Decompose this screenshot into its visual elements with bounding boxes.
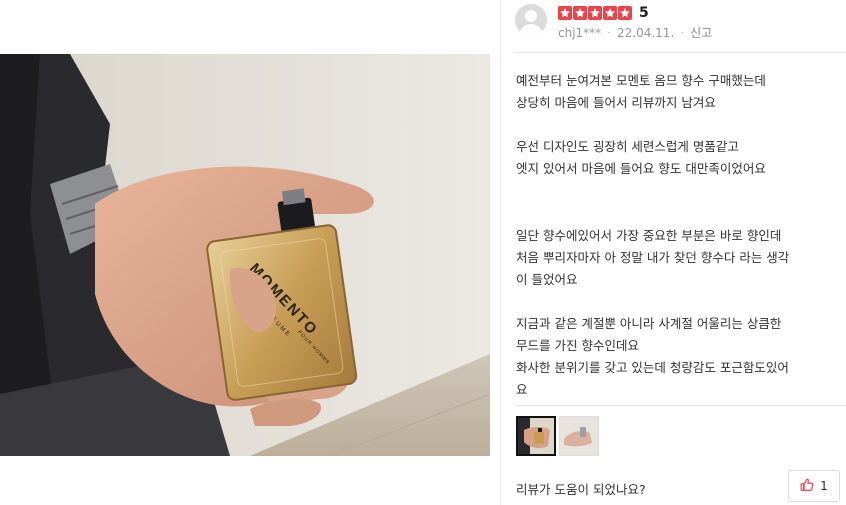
- avatar-body: [519, 24, 543, 36]
- body-divider: [515, 405, 846, 406]
- helpful-question: 리뷰가 도움이 되었나요?: [516, 482, 646, 497]
- review-date: 22.04.11.: [617, 25, 675, 40]
- review-panel: 5 chj1*** · 22.04.11. · 신고 예전부터 눈여겨본 모멘토…: [501, 0, 846, 505]
- star-icon: [588, 5, 602, 20]
- report-link[interactable]: 신고: [690, 24, 712, 41]
- meta-separator: ·: [680, 25, 685, 40]
- thumbnail-1[interactable]: [516, 416, 556, 456]
- header-divider: [515, 52, 846, 53]
- rating-score: 5: [639, 4, 649, 21]
- photo-panel: MOMENTO PERFUME POUR HOMME: [0, 0, 500, 505]
- review-main-photo[interactable]: MOMENTO PERFUME POUR HOMME: [0, 54, 490, 456]
- star-icon: [558, 5, 572, 20]
- author-id: chj1***: [558, 25, 602, 40]
- avatar: [515, 4, 547, 36]
- thumbnail-2[interactable]: [559, 416, 599, 456]
- like-count: 1: [820, 479, 828, 493]
- review-meta: chj1*** · 22.04.11. · 신고: [558, 24, 712, 41]
- thumbs-up-icon: [800, 478, 814, 495]
- star-icon: [618, 5, 632, 20]
- meta-separator: ·: [607, 25, 611, 40]
- avatar-head: [525, 10, 537, 22]
- like-button[interactable]: 1: [788, 470, 840, 502]
- review-body: 예전부터 눈여겨본 모멘토 옴므 향수 구매했는데 상당히 마음에 들어서 리뷰…: [516, 73, 790, 398]
- star-icon: [603, 5, 617, 20]
- photo-thumbnails: [516, 416, 599, 456]
- star-rating: 5: [558, 4, 649, 21]
- star-icon: [573, 5, 587, 20]
